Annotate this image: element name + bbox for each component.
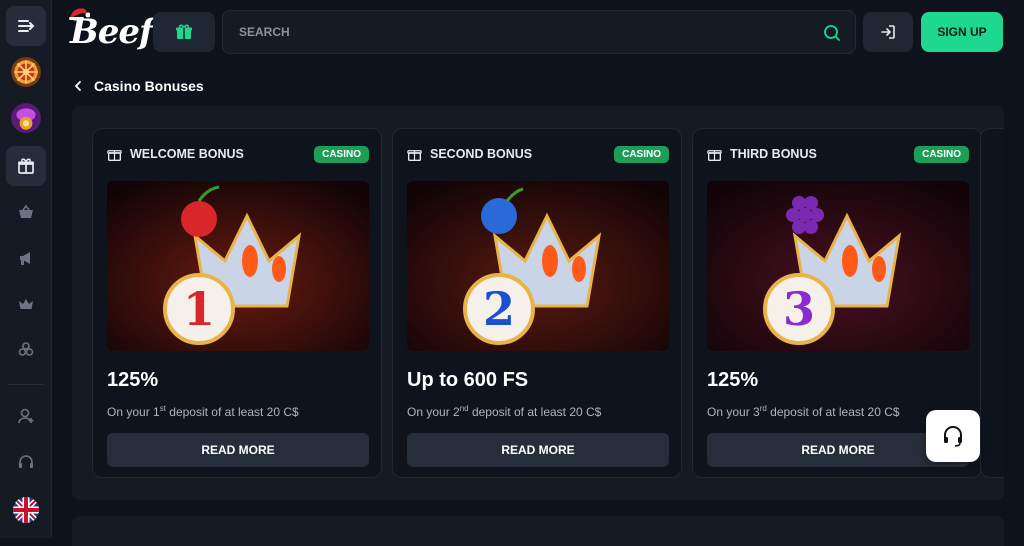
mystery-icon [11, 103, 41, 133]
brand-logo[interactable]: Beef [70, 12, 154, 52]
bonus-card-second: SECOND BONUS CASINO 2 Up to 600 FS On yo… [392, 128, 682, 478]
breadcrumb: Casino Bonuses [72, 76, 204, 96]
bonus-image: 3 [707, 181, 969, 351]
language-button[interactable] [6, 490, 46, 530]
gift-icon [176, 24, 192, 39]
sidebar [0, 0, 52, 538]
casino-badge: CASINO [314, 146, 369, 163]
vip-button[interactable] [6, 284, 46, 324]
sidebar-divider [8, 384, 44, 385]
bonuses-panel: WELCOME BONUS CASINO 1 125% On your 1st … [72, 106, 1004, 500]
promotions-button[interactable] [6, 238, 46, 278]
bonus-card-welcome: WELCOME BONUS CASINO 1 125% On your 1st … [92, 128, 382, 478]
support-chat-button[interactable] [926, 410, 980, 462]
card-title: THIRD BONUS [730, 147, 817, 161]
clover-button[interactable] [6, 330, 46, 370]
bonus-amount: 125% [707, 369, 759, 391]
login-button[interactable] [863, 12, 913, 52]
top-bar: Beef SIGN UP [52, 0, 1024, 64]
shop-button[interactable] [6, 192, 46, 232]
gift-icon [107, 149, 122, 161]
svg-text:2: 2 [483, 282, 515, 336]
page-title: Casino Bonuses [94, 78, 204, 94]
headset-icon [19, 455, 33, 468]
bonus-description: On your 3rd deposit of at least 20 C$ [707, 404, 900, 419]
bonus-amount: Up to 600 FS [407, 369, 529, 391]
next-card-edge [980, 128, 1004, 478]
card-title: SECOND BONUS [430, 147, 533, 161]
signup-button[interactable]: SIGN UP [921, 12, 1003, 52]
back-chevron-icon[interactable] [72, 80, 84, 92]
bonus-image: 1 [107, 181, 369, 351]
card-title: WELCOME BONUS [130, 147, 244, 161]
login-icon [881, 25, 895, 39]
support-nav-button[interactable] [6, 442, 46, 482]
search-input[interactable] [239, 11, 799, 53]
bonus-description: On your 2nd deposit of at least 20 C$ [407, 404, 602, 419]
menu-toggle-button[interactable] [6, 6, 46, 46]
svg-text:1: 1 [183, 282, 215, 336]
read-more-button[interactable]: READ MORE [107, 433, 369, 467]
basket-icon [19, 204, 33, 218]
bonus-image: 2 [407, 181, 669, 351]
megaphone-icon [20, 252, 30, 265]
svg-text:3: 3 [783, 282, 815, 336]
gift-icon [407, 149, 422, 161]
crown-icon [19, 299, 33, 309]
wheel-button[interactable] [6, 52, 46, 92]
search-bar [222, 10, 856, 54]
add-user-icon [18, 408, 34, 424]
bonus-description: On your 1st deposit of at least 20 C$ [107, 404, 299, 419]
bottom-section [72, 516, 1004, 546]
bonus-amount: 125% [107, 369, 159, 391]
add-user-button[interactable] [6, 396, 46, 436]
gift-icon [707, 149, 722, 161]
gift-button[interactable] [153, 12, 215, 52]
casino-badge: CASINO [914, 146, 969, 163]
wheel-icon [11, 57, 41, 87]
headset-icon [944, 426, 962, 447]
uk-flag-icon [13, 497, 39, 523]
gift-nav-button[interactable] [6, 146, 46, 186]
casino-badge: CASINO [614, 146, 669, 163]
search-icon[interactable] [823, 24, 841, 42]
menu-toggle-icon [18, 20, 35, 32]
mystery-button[interactable] [6, 98, 46, 138]
read-more-button[interactable]: READ MORE [407, 433, 669, 467]
clover-icon [18, 342, 34, 356]
gift-icon [18, 158, 34, 174]
